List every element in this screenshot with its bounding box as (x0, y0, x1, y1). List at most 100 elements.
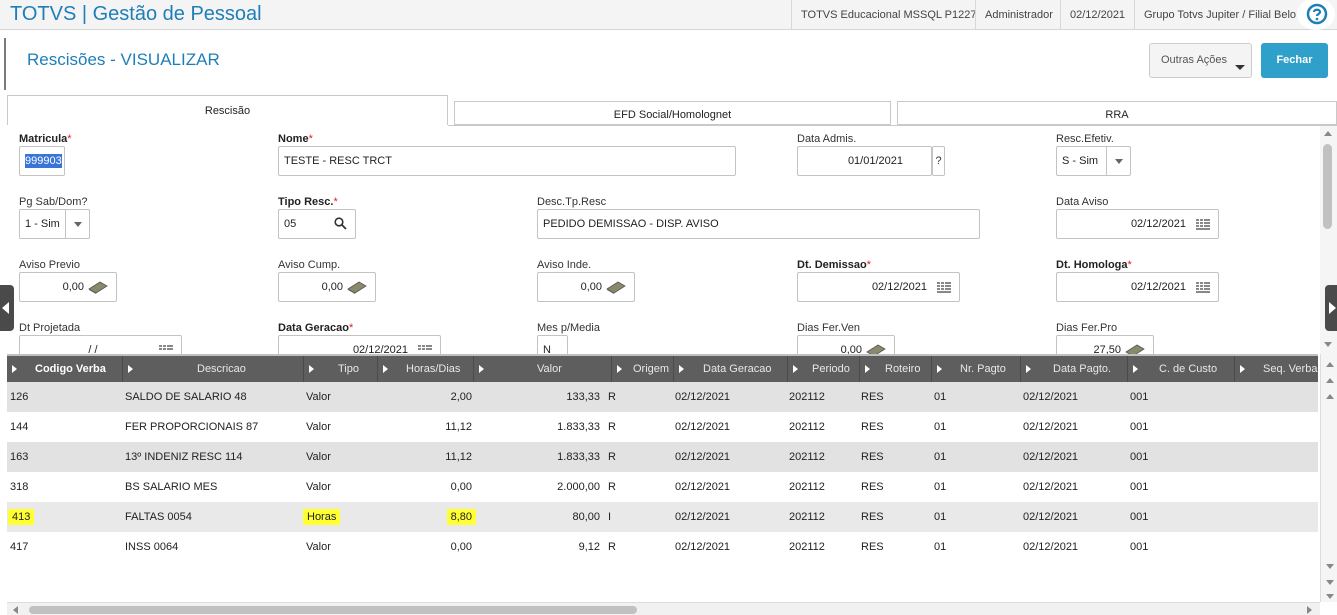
aviso-inde-label: Aviso Inde. (537, 259, 592, 271)
resc-efetiv-select[interactable]: S - Sim (1056, 146, 1131, 176)
col-valor[interactable]: Valor (474, 356, 612, 382)
form-area: Matricula* 999903 Nome* TESTE - RESC TRC… (7, 126, 1319, 354)
more-actions-button[interactable]: Outras Ações (1149, 43, 1252, 78)
aviso-cump-field[interactable]: 0,00 (278, 272, 376, 302)
aviso-cump-label: Aviso Cump. (278, 259, 341, 271)
dt-projetada-field[interactable]: / / (19, 335, 182, 354)
mes-p-media-label: Mes p/Media (537, 322, 600, 334)
table-row[interactable]: 318 BS SALARIO MES Valor 0,00 2.000,00 R… (7, 472, 1318, 502)
horizontal-scroll-thumb[interactable] (29, 606, 637, 614)
table-row[interactable]: 126 SALDO DE SALARIO 48 Valor 2,00 133,3… (7, 382, 1318, 412)
scroll-down-icon[interactable] (1324, 342, 1332, 347)
company-label[interactable]: Grupo Totvs Jupiter / Filial Belo H (1134, 0, 1307, 30)
calendar-icon[interactable] (418, 345, 432, 354)
col-horas-dias[interactable]: Horas/Dias (378, 356, 474, 382)
top-bar: TOTVS | Gestão de Pessoal TOTVS Educacio… (0, 0, 1337, 30)
money-icon (606, 281, 626, 294)
data-aviso-value: 02/12/2021 (1130, 218, 1186, 230)
money-icon (1125, 344, 1145, 354)
calendar-icon[interactable] (159, 345, 173, 354)
col-tipo[interactable]: Tipo (304, 356, 378, 382)
scroll-bottom-icon[interactable] (1326, 594, 1334, 599)
calendar-icon[interactable] (937, 282, 951, 293)
dt-homologa-field[interactable]: 02/12/2021 (1056, 272, 1219, 302)
data-admis-label: Data Admis. (797, 133, 857, 145)
data-aviso-field[interactable]: 02/12/2021 (1056, 209, 1219, 239)
mes-p-media-field[interactable]: N (537, 335, 568, 354)
data-geracao-field[interactable]: 02/12/2021 (278, 335, 441, 354)
form-scroll-thumb[interactable] (1323, 144, 1332, 229)
scroll-up-icon[interactable] (1324, 131, 1332, 136)
data-admis-help-button[interactable]: ? (932, 146, 945, 176)
aviso-previo-field[interactable]: 0,00 (19, 272, 117, 302)
dt-homologa-label: Dt. Homologa* (1056, 259, 1132, 271)
col-roteiro[interactable]: Roteiro (860, 356, 932, 382)
grid-header: Codigo Verba Descricao Tipo Horas/Dias V… (7, 354, 1318, 382)
scroll-down-icon[interactable] (1326, 564, 1334, 569)
scroll-up-icon[interactable] (1326, 378, 1334, 383)
data-aviso-label: Data Aviso (1056, 196, 1109, 208)
environment-label: TOTVS Educacional MSSQL P1227 (791, 0, 985, 30)
grid-horizontal-scrollbar[interactable] (7, 602, 1320, 615)
table-row-selected[interactable]: 413 FALTAS 0054 Horas 8,80 80,00 I 02/12… (7, 502, 1318, 532)
aviso-previo-value: 0,00 (62, 281, 84, 293)
aviso-previo-label: Aviso Previo (19, 259, 80, 271)
tipo-resc-field[interactable]: 05 (278, 209, 356, 239)
collapse-right-handle[interactable] (1325, 285, 1337, 331)
chevron-down-icon (1235, 65, 1245, 70)
tab-rescisao[interactable]: Rescisão (7, 95, 448, 125)
scroll-top-icon[interactable] (1326, 362, 1334, 367)
matricula-label: Matricula* (19, 133, 72, 145)
dias-fer-pro-field[interactable]: 27,50 (1056, 335, 1154, 354)
matricula-field[interactable]: 999903 (19, 146, 65, 176)
user-label[interactable]: Administrador (975, 0, 1062, 30)
dt-projetada-value: / / (88, 344, 98, 354)
dias-fer-pro-value: 27,50 (1093, 344, 1121, 354)
table-row[interactable]: 144 FER PROPORCIONAIS 87 Valor 11,12 1.8… (7, 412, 1318, 442)
money-icon (88, 281, 108, 294)
table-row[interactable]: 417 INSS 0064 Valor 0,00 9,12 R 02/12/20… (7, 532, 1318, 562)
pg-sab-dom-select[interactable]: 1 - Sim (19, 209, 90, 239)
col-data-geracao[interactable]: Data Geracao (674, 356, 788, 382)
data-geracao-value: 02/12/2021 (352, 344, 408, 354)
scroll-left-icon[interactable] (13, 606, 18, 614)
tab-efd-social[interactable]: EFD Social/Homolognet (454, 101, 891, 125)
dt-demissao-value: 02/12/2021 (871, 281, 927, 293)
data-admis-field[interactable]: 01/01/2021 (797, 146, 932, 176)
nome-label: Nome* (278, 133, 313, 145)
col-data-pagto[interactable]: Data Pagto. (1021, 356, 1128, 382)
date-label: 02/12/2021 (1060, 0, 1134, 30)
dt-homologa-value: 02/12/2021 (1130, 281, 1186, 293)
col-periodo[interactable]: Periodo (788, 356, 860, 382)
close-button[interactable]: Fechar (1261, 43, 1328, 78)
money-icon (866, 344, 886, 354)
help-button[interactable] (1297, 0, 1335, 30)
collapse-left-handle[interactable] (0, 285, 14, 331)
nome-field[interactable]: TESTE - RESC TRCT (278, 146, 736, 176)
col-custo[interactable]: C. de Custo (1128, 356, 1235, 382)
grid-scrollbar[interactable] (1320, 354, 1337, 602)
dt-demissao-field[interactable]: 02/12/2021 (797, 272, 960, 302)
tab-rra[interactable]: RRA (897, 101, 1337, 125)
scroll-up-icon[interactable] (1326, 394, 1334, 399)
scroll-right-icon[interactable] (1307, 606, 1312, 614)
col-origem[interactable]: Origem (612, 356, 674, 382)
resc-efetiv-value: S - Sim (1062, 155, 1099, 167)
col-descricao[interactable]: Descricao (123, 356, 304, 382)
table-row[interactable]: 163 13º INDENIZ RESC 114 Valor 11,12 1.8… (7, 442, 1318, 472)
desc-tp-resc-field[interactable]: PEDIDO DEMISSAO - DISP. AVISO (537, 209, 980, 239)
chevron-down-icon (1106, 147, 1130, 175)
dt-demissao-label: Dt. Demissao* (797, 259, 871, 271)
app-title: TOTVS | Gestão de Pessoal (10, 3, 262, 25)
aviso-inde-field[interactable]: 0,00 (537, 272, 635, 302)
calendar-icon[interactable] (1196, 219, 1210, 230)
col-codigo-verba[interactable]: Codigo Verba (7, 356, 123, 382)
help-icon (1306, 3, 1328, 25)
col-nr-pagto[interactable]: Nr. Pagto (932, 356, 1021, 382)
dias-fer-ven-field[interactable]: 0,00 (797, 335, 895, 354)
search-icon[interactable] (334, 217, 347, 230)
scroll-down-icon[interactable] (1326, 580, 1334, 585)
col-seq-verba[interactable]: Seq. Verba (1235, 356, 1318, 382)
resc-efetiv-label: Resc.Efetiv. (1056, 133, 1114, 145)
calendar-icon[interactable] (1196, 282, 1210, 293)
